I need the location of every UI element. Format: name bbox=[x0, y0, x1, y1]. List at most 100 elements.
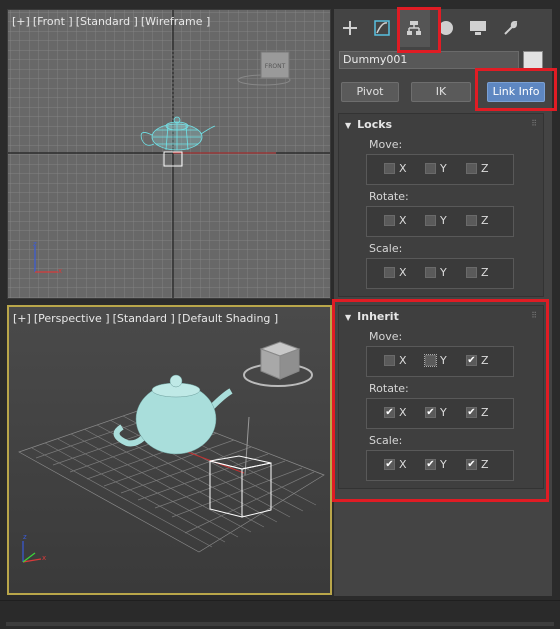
front-viewport-label[interactable]: [+] [Front ] [Standard ] [Wireframe ] bbox=[12, 15, 213, 28]
inherit-group-label: Scale: bbox=[369, 434, 403, 447]
inherit-rollout: ▼ Inherit ⠿ Move: X Y ✔ Z Rotate: ✔ X ✔ Y ✔ Z Scale: ✔… bbox=[338, 305, 544, 489]
locks-checkbox-x[interactable] bbox=[384, 215, 395, 226]
svg-text:z: z bbox=[33, 240, 37, 248]
object-name-field[interactable]: Dummy001 bbox=[339, 51, 519, 69]
inherit-group-box: X Y ✔ Z bbox=[366, 346, 514, 377]
inherit-checkbox-x[interactable]: ✔ bbox=[384, 407, 395, 418]
rollout-grip-icon[interactable]: ⠿ bbox=[531, 311, 537, 320]
teapot-model bbox=[113, 374, 233, 455]
locks-checkbox-x[interactable] bbox=[384, 163, 395, 174]
motion-icon bbox=[439, 21, 453, 35]
inherit-axis-label: Y bbox=[440, 406, 447, 419]
inherit-checkbox-x[interactable] bbox=[384, 355, 395, 366]
locks-checkbox-z[interactable] bbox=[466, 215, 477, 226]
viewport-menu-standard[interactable]: [Standard ] bbox=[76, 15, 138, 28]
tab-create[interactable] bbox=[334, 9, 366, 47]
hierarchy-icon bbox=[407, 21, 421, 35]
inherit-axis-label: Y bbox=[440, 354, 447, 367]
tab-motion[interactable] bbox=[430, 9, 462, 47]
locks-axis-label: Y bbox=[440, 162, 447, 175]
viewport-menu-standard[interactable]: [Standard ] bbox=[113, 312, 175, 325]
tab-utilities[interactable] bbox=[494, 9, 526, 47]
object-color-swatch[interactable] bbox=[523, 51, 543, 69]
inherit-group-label: Rotate: bbox=[369, 382, 409, 395]
svg-text:x: x bbox=[58, 267, 62, 275]
front-viewport-canvas: FRONT z x bbox=[8, 10, 330, 298]
locks-group-label: Scale: bbox=[369, 242, 403, 255]
horizontal-scrollbar[interactable] bbox=[6, 622, 554, 626]
axis-tripod-perspective: z x bbox=[22, 533, 46, 563]
inherit-group-box: ✔ X ✔ Y ✔ Z bbox=[366, 398, 514, 429]
viewcube-face-label: FRONT bbox=[265, 63, 286, 70]
tab-modify[interactable] bbox=[366, 9, 398, 47]
locks-rollout: ▼ Locks ⠿ Move: X Y Z Rotate: X Y Z Scale: X Y Z bbox=[338, 113, 544, 297]
viewport-menu-plus[interactable]: [+] bbox=[12, 15, 30, 28]
inherit-axis-label: Y bbox=[440, 458, 447, 471]
tab-display[interactable] bbox=[462, 9, 494, 47]
link-info-button[interactable]: Link Info bbox=[487, 82, 545, 102]
locks-axis-label: X bbox=[399, 214, 407, 227]
collapse-arrow-icon: ▼ bbox=[345, 121, 352, 130]
collapse-arrow-icon: ▼ bbox=[345, 313, 352, 322]
inherit-axis-label: X bbox=[399, 406, 407, 419]
viewport-menu-view[interactable]: [Front ] bbox=[33, 15, 73, 28]
perspective-viewport[interactable]: z x [+] [Perspective ] [Standard ] [Default… bbox=[7, 305, 332, 595]
command-panel: Dummy001 Pivot IK Link Info ▼ Locks ⠿ Mov… bbox=[334, 9, 552, 596]
rollout-grip-icon[interactable]: ⠿ bbox=[531, 119, 537, 128]
svg-text:z: z bbox=[23, 533, 27, 541]
viewcube-perspective[interactable] bbox=[243, 341, 313, 387]
inherit-rollout-header[interactable]: ▼ Inherit bbox=[345, 310, 399, 323]
locks-checkbox-y[interactable] bbox=[425, 267, 436, 278]
inherit-checkbox-y[interactable]: ✔ bbox=[425, 459, 436, 470]
locks-group-box: X Y Z bbox=[366, 154, 514, 185]
locks-axis-label: Z bbox=[481, 214, 489, 227]
display-icon bbox=[470, 21, 486, 35]
pivot-button[interactable]: Pivot bbox=[341, 82, 399, 102]
viewport-menu-shading[interactable]: [Default Shading ] bbox=[178, 312, 278, 325]
locks-checkbox-y[interactable] bbox=[425, 163, 436, 174]
dummy-box bbox=[209, 455, 272, 518]
ik-button[interactable]: IK bbox=[411, 82, 471, 102]
inherit-checkbox-z[interactable]: ✔ bbox=[466, 459, 477, 470]
locks-group-box: X Y Z bbox=[366, 206, 514, 237]
object-name-row: Dummy001 bbox=[339, 51, 547, 69]
utilities-icon bbox=[504, 20, 518, 35]
viewport-menu-shading[interactable]: [Wireframe ] bbox=[141, 15, 210, 28]
inherit-axis-label: Z bbox=[481, 458, 489, 471]
locks-axis-label: Z bbox=[481, 266, 489, 279]
locks-title: Locks bbox=[357, 118, 393, 131]
locks-axis-label: X bbox=[399, 266, 407, 279]
inherit-axis-label: Z bbox=[481, 354, 489, 367]
tab-hierarchy[interactable] bbox=[398, 9, 430, 47]
locks-axis-label: Y bbox=[440, 266, 447, 279]
inherit-checkbox-x[interactable]: ✔ bbox=[384, 459, 395, 470]
perspective-viewport-canvas: z x bbox=[18, 341, 325, 563]
inherit-checkbox-y[interactable]: ✔ bbox=[425, 407, 436, 418]
inherit-axis-label: X bbox=[399, 458, 407, 471]
inherit-group-label: Move: bbox=[369, 330, 403, 343]
inherit-axis-label: X bbox=[399, 354, 407, 367]
locks-axis-label: X bbox=[399, 162, 407, 175]
front-viewport[interactable]: FRONT z x [+] [Front ] [Standard ] [Wirefra… bbox=[7, 9, 331, 299]
command-panel-tabs bbox=[334, 9, 552, 47]
viewport-menu-plus[interactable]: [+] bbox=[13, 312, 31, 325]
inherit-checkbox-z[interactable]: ✔ bbox=[466, 407, 477, 418]
locks-checkbox-z[interactable] bbox=[466, 163, 477, 174]
modify-icon bbox=[374, 20, 390, 36]
bottom-strip bbox=[0, 600, 560, 629]
locks-checkbox-z[interactable] bbox=[466, 267, 477, 278]
inherit-checkbox-z[interactable]: ✔ bbox=[466, 355, 477, 366]
perspective-viewport-label[interactable]: [+] [Perspective ] [Standard ] [Default Sha… bbox=[13, 312, 281, 325]
svg-text:x: x bbox=[42, 554, 46, 562]
locks-group-box: X Y Z bbox=[366, 258, 514, 289]
locks-checkbox-y[interactable] bbox=[425, 215, 436, 226]
viewport-menu-view[interactable]: [Perspective ] bbox=[34, 312, 110, 325]
inherit-group-box: ✔ X ✔ Y ✔ Z bbox=[366, 450, 514, 481]
locks-checkbox-x[interactable] bbox=[384, 267, 395, 278]
locks-group-label: Rotate: bbox=[369, 190, 409, 203]
inherit-axis-label: Z bbox=[481, 406, 489, 419]
plus-icon bbox=[343, 21, 357, 35]
locks-axis-label: Y bbox=[440, 214, 447, 227]
inherit-checkbox-y[interactable] bbox=[424, 354, 437, 367]
locks-rollout-header[interactable]: ▼ Locks bbox=[345, 118, 392, 131]
